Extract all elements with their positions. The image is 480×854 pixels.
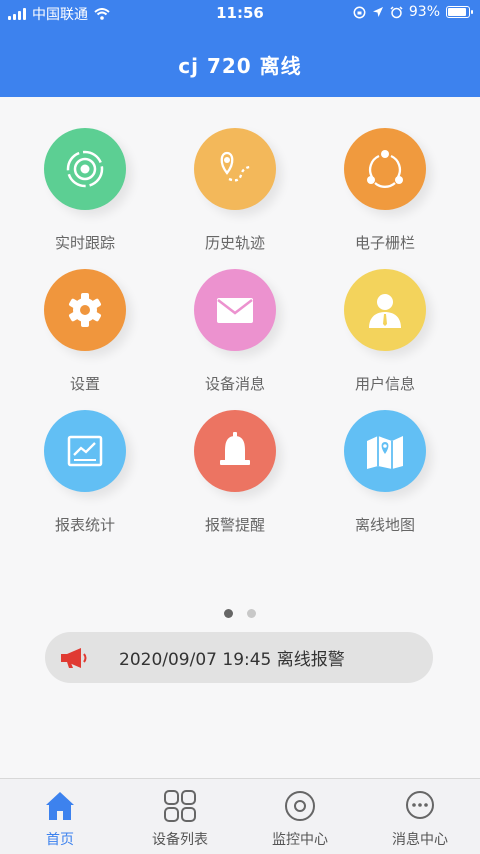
target-icon (44, 128, 126, 210)
location-icon (372, 7, 383, 17)
menu-item-label: 用户信息 (354, 375, 415, 393)
tab-monitor-center[interactable]: 监控中心 (240, 779, 360, 849)
monitor-icon (285, 791, 315, 821)
menu-item-device-messages[interactable]: 设备消息 (160, 269, 310, 394)
tab-message-center[interactable]: 消息中心 (360, 779, 480, 849)
report-chart-icon (44, 410, 126, 492)
grid-icon (164, 790, 196, 822)
bottom-tab-bar: 首页 设备列表 监控中心 消息中心 (0, 778, 480, 854)
bell-icon (194, 410, 276, 492)
battery-percent: 93% (408, 4, 440, 20)
tab-home[interactable]: 首页 (0, 779, 120, 849)
app-header: 中国联通 11:56 93% cj 720 离线 (0, 0, 480, 97)
menu-item-user-info[interactable]: 用户信息 (310, 269, 460, 394)
menu-item-label: 历史轨迹 (204, 234, 265, 252)
battery-icon (446, 6, 473, 18)
menu-item-geofence[interactable]: 电子栅栏 (310, 128, 460, 253)
menu-item-alarm-reminder[interactable]: 报警提醒 (160, 410, 310, 535)
status-bar: 中国联通 11:56 93% (0, 0, 480, 26)
menu-item-label: 电子栅栏 (354, 234, 415, 252)
map-icon (344, 410, 426, 492)
alarm-notice-bar[interactable]: 2020/09/07 19:45 离线报警 (45, 632, 433, 683)
rotation-lock-icon (353, 6, 366, 18)
page-dot-1[interactable] (224, 609, 233, 618)
gear-icon (44, 269, 126, 351)
message-icon (406, 791, 434, 819)
tab-label: 首页 (46, 832, 74, 848)
menu-item-label: 报警提醒 (204, 516, 265, 534)
fence-nodes-icon (344, 128, 426, 210)
tab-label: 设备列表 (152, 832, 208, 848)
menu-item-label: 离线地图 (354, 516, 415, 534)
route-pin-icon (194, 128, 276, 210)
tab-label: 监控中心 (272, 832, 328, 848)
tab-device-list[interactable]: 设备列表 (120, 779, 240, 849)
home-icon (46, 792, 74, 820)
tab-label: 消息中心 (392, 832, 448, 848)
megaphone-icon (61, 647, 87, 668)
menu-item-settings[interactable]: 设置 (10, 269, 160, 394)
menu-item-label: 设备消息 (204, 375, 265, 393)
menu-item-label: 报表统计 (54, 516, 115, 534)
alarm-icon (390, 5, 403, 18)
menu-item-realtime-tracking[interactable]: 实时跟踪 (10, 128, 160, 253)
page-indicator (0, 609, 480, 618)
page-title: cj 720 离线 (178, 54, 302, 78)
page-dot-2[interactable] (247, 609, 256, 618)
menu-item-label: 设置 (69, 375, 100, 393)
menu-item-label: 实时跟踪 (54, 234, 115, 252)
menu-item-offline-map[interactable]: 离线地图 (310, 410, 460, 535)
menu-item-history-track[interactable]: 历史轨迹 (160, 128, 310, 253)
envelope-icon (194, 269, 276, 351)
menu-item-reports[interactable]: 报表统计 (10, 410, 160, 535)
user-icon (344, 269, 426, 351)
alarm-notice-text: 2020/09/07 19:45 离线报警 (119, 650, 345, 670)
